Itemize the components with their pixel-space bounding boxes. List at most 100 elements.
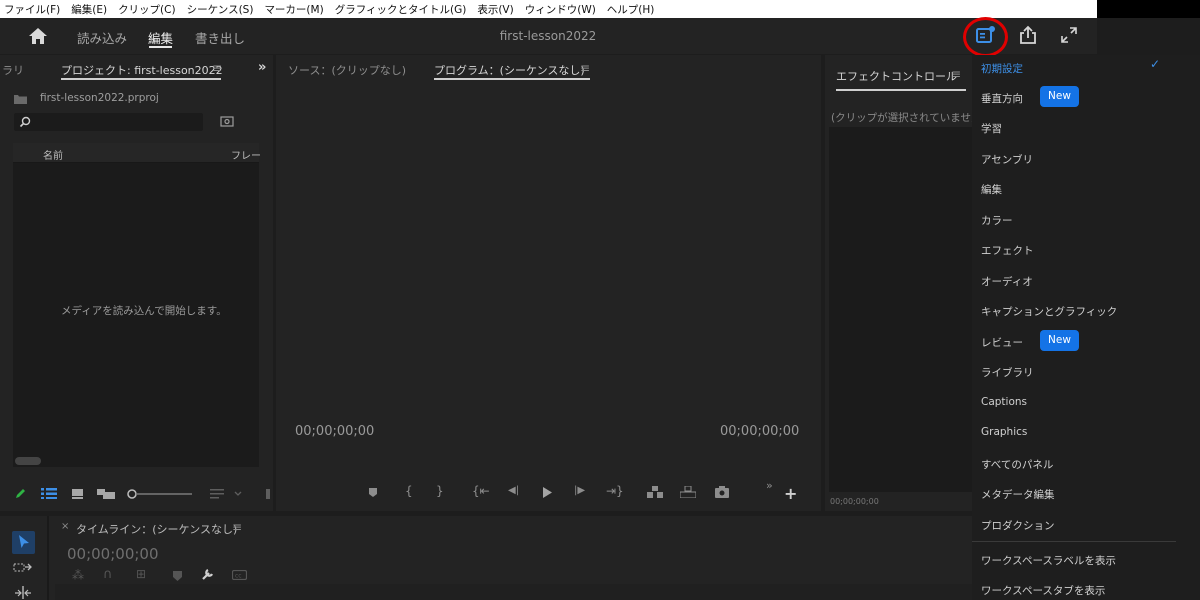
workspace-item-vertical[interactable]: 垂直方向: [981, 91, 1023, 106]
workspace-item-metadata[interactable]: メタデータ編集: [981, 487, 1055, 502]
snap-magnet-icon[interactable]: ∩: [103, 567, 113, 582]
project-tab-underline: [61, 78, 221, 80]
freeform-view-icon[interactable]: [97, 489, 115, 499]
menu-edit[interactable]: 編集(E): [71, 2, 107, 17]
tab-import[interactable]: 読み込み: [77, 28, 127, 47]
menu-view[interactable]: 表示(V): [477, 2, 513, 17]
menu-graphics[interactable]: グラフィックとタイトル(G): [335, 2, 467, 17]
panel-overflow-button[interactable]: »: [258, 60, 266, 75]
icon-view-icon[interactable]: [72, 489, 83, 499]
svg-text:cc: cc: [235, 573, 242, 580]
new-badge: New: [1040, 86, 1079, 107]
menu-bar: ファイル(F) 編集(E) クリップ(C) シーケンス(S) マーカー(M) グ…: [0, 0, 1097, 18]
new-badge: New: [1040, 330, 1079, 351]
footer-overflow-handle[interactable]: [266, 489, 270, 499]
program-tab-underline: [434, 78, 590, 80]
fullscreen-icon[interactable]: [1060, 26, 1078, 44]
workspace-item-review[interactable]: レビュー: [981, 335, 1023, 350]
home-icon[interactable]: [28, 27, 48, 45]
menu-sequence[interactable]: シーケンス(S): [187, 2, 254, 17]
workspace-item-captions-graphics[interactable]: キャプションとグラフィック: [981, 304, 1117, 319]
effect-controls-timeline: [829, 127, 972, 492]
panel-menu-icon[interactable]: ≡: [212, 61, 222, 75]
linked-selection-icon[interactable]: ⊞: [136, 567, 146, 581]
workspace-item-assembly[interactable]: アセンブリ: [981, 152, 1033, 167]
tab-timeline[interactable]: タイムライン：(シーケンスなし): [76, 521, 237, 537]
menu-clip[interactable]: クリップ(C): [118, 2, 176, 17]
menu-marker[interactable]: マーカー(M): [264, 2, 323, 17]
menu-bar-overflow: [1097, 0, 1200, 18]
selected-check-icon: ✓: [1150, 57, 1161, 71]
column-name[interactable]: 名前: [43, 147, 63, 162]
wrench-icon[interactable]: [200, 567, 215, 582]
tab-source-monitor[interactable]: ソース：(クリップなし): [288, 62, 406, 78]
workspace-item-learning[interactable]: 学習: [981, 121, 1002, 136]
timeline-ruler: [55, 584, 972, 600]
add-marker-icon[interactable]: [368, 487, 378, 498]
mark-out-icon[interactable]: }: [436, 484, 444, 498]
step-back-icon[interactable]: ◀|: [508, 485, 519, 496]
app-header: 読み込み 編集 書き出し first-lesson2022: [0, 18, 1097, 54]
workspace-item-audio[interactable]: オーディオ: [981, 274, 1033, 289]
workspace-item-color[interactable]: カラー: [981, 213, 1013, 228]
workspace-item-all-panels[interactable]: すべてのパネル: [981, 457, 1053, 472]
empty-media-message: メディアを読み込んで開始します。: [61, 305, 227, 317]
workspace-item-captions[interactable]: Captions: [981, 396, 1027, 408]
workspace-item-production[interactable]: プロダクション: [981, 518, 1055, 533]
insert-icon[interactable]: [647, 486, 663, 498]
menu-help[interactable]: ヘルプ(H): [607, 2, 655, 17]
show-workspace-labels[interactable]: ワークスペースラベルを表示: [981, 553, 1116, 568]
camera-icon[interactable]: [715, 486, 729, 498]
menu-file[interactable]: ファイル(F): [4, 2, 60, 17]
workspace-item-libraries[interactable]: ライブラリ: [981, 365, 1034, 380]
dropdown-divider: [972, 541, 1176, 542]
column-frame-rate[interactable]: フレー: [231, 147, 261, 162]
program-timecode-duration: 00;00;00;00: [720, 424, 800, 439]
overwrite-icon[interactable]: [680, 486, 696, 498]
workspace-item-effects[interactable]: エフェクト: [981, 243, 1034, 258]
play-icon[interactable]: [542, 486, 553, 499]
tab-edit[interactable]: 編集: [148, 28, 173, 47]
tab-effect-controls[interactable]: エフェクトコントロール: [836, 68, 957, 84]
selection-tool-icon[interactable]: [12, 531, 35, 554]
overflow-icon[interactable]: »: [766, 479, 773, 492]
go-to-in-icon[interactable]: {⇤: [472, 484, 490, 498]
tab-libraries-partial[interactable]: ラリ: [2, 62, 24, 78]
pencil-icon[interactable]: [14, 487, 27, 500]
track-select-tool-icon[interactable]: [13, 562, 33, 576]
tab-program-monitor[interactable]: プログラム：(シーケンスなし): [434, 62, 585, 78]
program-timecode-current[interactable]: 00;00;00;00: [295, 424, 374, 439]
no-clip-selected-message: (クリップが選択されていません: [831, 112, 982, 124]
zoom-slider[interactable]: [126, 488, 192, 500]
new-search-bin-icon[interactable]: [220, 116, 234, 127]
timeline-marker-icon[interactable]: [173, 571, 182, 581]
menu-window[interactable]: ウィンドウ(W): [525, 2, 596, 17]
button-editor-plus-icon[interactable]: +: [784, 484, 797, 503]
workspace-item-default[interactable]: 初期設定: [981, 61, 1023, 76]
project-search-input[interactable]: [14, 113, 203, 131]
panel-menu-icon[interactable]: ≡: [232, 520, 242, 534]
search-icon: [19, 116, 31, 128]
list-view-icon[interactable]: [41, 488, 57, 499]
captions-icon[interactable]: cc: [232, 570, 247, 580]
effect-controls-timecode: 00;00;00;00: [830, 497, 879, 506]
program-monitor-panel: [276, 55, 821, 511]
tab-export[interactable]: 書き出し: [195, 28, 245, 47]
panel-menu-icon[interactable]: ≡: [580, 61, 590, 75]
timeline-timecode[interactable]: 00;00;00;00: [67, 545, 159, 563]
sort-icons-menu-icon[interactable]: [210, 488, 244, 500]
step-forward-icon[interactable]: |▶: [574, 485, 585, 496]
mark-in-icon[interactable]: {: [405, 484, 413, 498]
ripple-edit-tool-icon[interactable]: [14, 586, 32, 599]
show-workspace-tabs[interactable]: ワークスペースタブを表示: [981, 583, 1105, 598]
active-tab-indicator: [149, 46, 172, 48]
share-export-icon[interactable]: [1018, 25, 1038, 45]
go-to-out-icon[interactable]: ⇥}: [606, 484, 624, 498]
project-list-scrollbar[interactable]: [15, 457, 41, 465]
panel-menu-icon[interactable]: ≡: [951, 67, 961, 81]
nest-sequence-icon[interactable]: ⁂: [72, 568, 84, 582]
close-timeline-icon[interactable]: ×: [61, 521, 69, 532]
workspace-item-graphics[interactable]: Graphics: [981, 426, 1027, 438]
tab-project[interactable]: プロジェクト: first-lesson2022: [61, 62, 223, 78]
workspace-item-editing[interactable]: 編集: [981, 182, 1002, 197]
